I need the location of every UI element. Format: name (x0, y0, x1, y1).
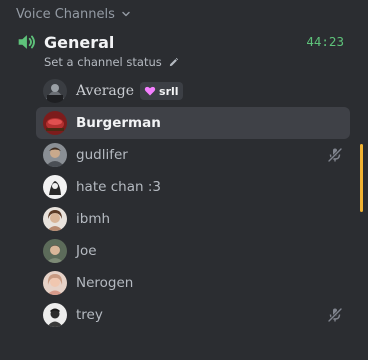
avatar (43, 111, 67, 135)
member-name: Burgerman (76, 115, 161, 131)
avatar (43, 239, 67, 263)
voice-channel-panel: Voice Channels General 44:23 Set a chann… (0, 0, 368, 360)
member-name: trey (76, 307, 103, 323)
chevron-down-icon (121, 9, 131, 19)
avatar (43, 175, 67, 199)
member-tag: srll (140, 82, 183, 100)
mic-muted-icon (326, 146, 344, 164)
member-name: ibmh (76, 211, 111, 227)
channel-status-setter[interactable]: Set a channel status (44, 54, 179, 70)
avatar (43, 79, 67, 103)
member-tag-text: srll (159, 84, 179, 98)
member-name: gudlifer (76, 147, 128, 163)
voice-member-trey[interactable]: trey (36, 299, 350, 331)
voice-member-burgerman[interactable]: Burgerman (36, 107, 350, 139)
unread-scroll-indicator (360, 144, 363, 212)
mic-muted-icon (326, 306, 344, 324)
member-name: hate chan :3 (76, 179, 161, 195)
member-name: Nerogen (76, 275, 134, 291)
category-label: Voice Channels (16, 6, 115, 22)
voice-member-average[interactable]: Average srll (36, 75, 350, 107)
call-timer: 44:23 (306, 34, 344, 49)
voice-channel-general[interactable]: General 44:23 (14, 30, 354, 54)
pencil-icon (168, 57, 179, 68)
member-name: Joe (76, 243, 97, 259)
voice-channels-category[interactable]: Voice Channels (16, 4, 131, 24)
voice-member-gudlifer[interactable]: gudlifer (36, 139, 350, 171)
heart-icon (144, 85, 156, 97)
voice-member-ibmh[interactable]: ibmh (36, 203, 350, 235)
channel-name: General (44, 32, 115, 52)
avatar (43, 143, 67, 167)
avatar (43, 303, 67, 327)
avatar (43, 207, 67, 231)
voice-member-hate-chan[interactable]: hate chan :3 (36, 171, 350, 203)
member-name: Average (76, 83, 135, 99)
status-placeholder: Set a channel status (44, 55, 162, 69)
speaker-icon (14, 30, 38, 54)
voice-member-nerogen[interactable]: Nerogen (36, 267, 350, 299)
avatar (43, 271, 67, 295)
voice-member-joe[interactable]: Joe (36, 235, 350, 267)
